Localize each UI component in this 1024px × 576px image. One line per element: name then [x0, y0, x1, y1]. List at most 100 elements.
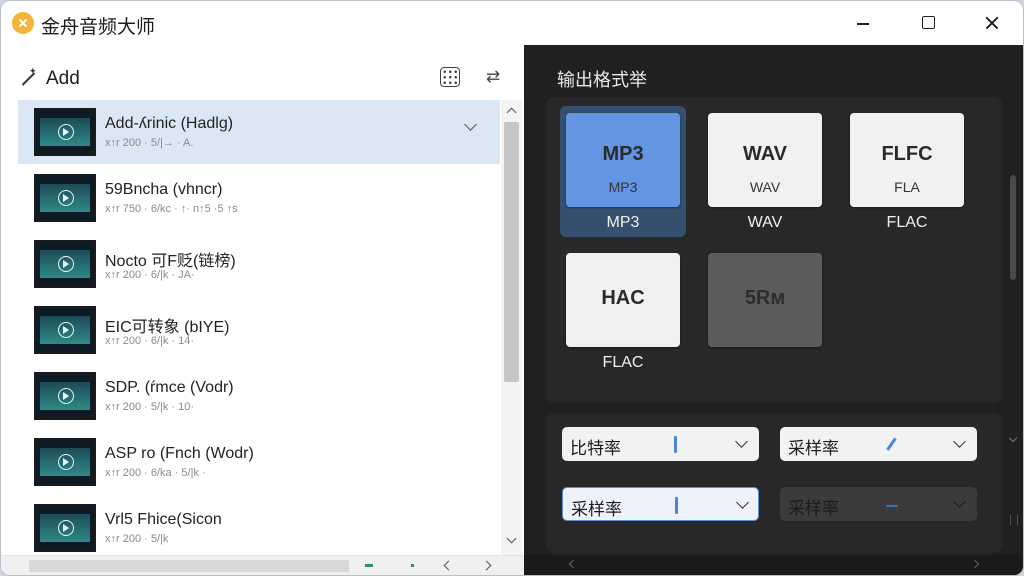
- file-thumbnail: [34, 438, 96, 486]
- chevron-down-icon: [735, 435, 748, 448]
- format-card: FLFC FLA: [850, 113, 964, 207]
- file-meta: x↑r 200 · 5/|k · 10·: [105, 401, 195, 413]
- status-marker: [411, 564, 414, 567]
- output-settings-pane: 输出格式举 MP3 MP3 MP3 WAV WAV WAV FLFC FLA F…: [524, 45, 1023, 575]
- samplerate-dropdown[interactable]: 采样率: [780, 427, 977, 461]
- format-title: MP3: [602, 143, 644, 165]
- chevron-down-icon: [736, 496, 749, 509]
- play-icon: [58, 322, 74, 338]
- chevron-down-icon[interactable]: [464, 118, 477, 131]
- horizontal-scrollbar-thumb[interactable]: [29, 560, 349, 572]
- title-bar: 金舟音频大师: [1, 1, 1023, 45]
- value-indicator: [675, 497, 678, 514]
- file-list-pane: Add ⇄ Add-ʎrinic (Hadlg) x↑r 200 · 5/|→ …: [1, 45, 524, 575]
- audio-settings-panel: 比特率 采样率 采样率 采样率: [546, 413, 1002, 553]
- play-icon: [58, 454, 74, 470]
- format-grid: MP3 MP3 MP3 WAV WAV WAV FLFC FLA FLAC HA…: [546, 97, 1018, 443]
- close-button[interactable]: [975, 9, 1009, 37]
- play-icon: [58, 190, 74, 206]
- file-meta: x↑r 200 · 6/|k · JA·: [105, 269, 195, 281]
- swap-order-icon[interactable]: ⇄: [482, 67, 504, 87]
- file-list-scrollbar[interactable]: [501, 100, 522, 555]
- samplerate-dropdown-disabled: 采样率: [780, 487, 977, 521]
- file-name: SDP. (ŕmce (Vodr): [105, 379, 234, 396]
- format-scrollbar[interactable]: [1008, 163, 1018, 283]
- format-caption: FLAC: [886, 214, 928, 231]
- chevron-down-icon: [953, 435, 966, 448]
- list-item[interactable]: ASP ro (Fnch (Wodr) x↑r 200 · 6/ka · 5/|…: [18, 430, 500, 494]
- scroll-down-icon[interactable]: [506, 533, 517, 544]
- resize-handle-icon[interactable]: [1010, 515, 1018, 525]
- play-icon: [58, 388, 74, 404]
- list-item[interactable]: Add-ʎrinic (Hadlg) x↑r 200 · 5/|→ · A.: [18, 100, 500, 164]
- grid-view-icon[interactable]: [440, 67, 460, 87]
- list-item[interactable]: SDP. (ŕmce (Vodr) x↑r 200 · 5/|k · 10·: [18, 364, 500, 428]
- format-title: HAC: [601, 287, 645, 309]
- format-scrollbar-thumb[interactable]: [1010, 175, 1016, 280]
- file-name: Vrl5 Fhice(Sicon: [105, 511, 222, 528]
- format-subtitle: WAV: [749, 179, 781, 195]
- file-meta: x↑r 200 · 5/|→ · A.: [105, 137, 194, 149]
- maximize-button[interactable]: [911, 9, 945, 37]
- value-indicator: [886, 437, 897, 451]
- list-item[interactable]: Vrl5 Fhice(Sicon x↑r 200 · 5/|k: [18, 496, 500, 555]
- scroll-right-icon[interactable]: [970, 559, 980, 569]
- samplerate-dropdown-focused[interactable]: 采样率: [562, 487, 759, 521]
- format-title: 5Rм: [744, 287, 786, 309]
- minimize-button[interactable]: [845, 9, 879, 37]
- add-label: Add: [46, 68, 80, 89]
- file-thumbnail: [34, 108, 96, 156]
- horizontal-scrollbar[interactable]: [1, 555, 524, 575]
- format-card: HAC: [566, 253, 680, 347]
- app-logo-icon: [12, 12, 34, 34]
- window-title: 金舟音频大师: [41, 17, 156, 38]
- play-icon: [58, 124, 74, 140]
- format-card: MP3 MP3: [566, 113, 680, 207]
- bitrate-dropdown[interactable]: 比特率: [562, 427, 759, 461]
- scroll-left-icon[interactable]: [568, 559, 578, 569]
- list-item[interactable]: 59Bncha (vhncr) x↑r 750 · 6/kc · ↑· n↑5 …: [18, 166, 500, 230]
- format-card: 5Rм: [708, 253, 822, 347]
- play-icon: [58, 256, 74, 272]
- file-meta: x↑r 200 · 6/ka · 5/|k ·: [105, 467, 206, 479]
- dropdown-label: 采样率: [788, 499, 839, 518]
- format-title: FLFC: [881, 143, 933, 165]
- scroll-right-icon[interactable]: [481, 560, 492, 571]
- dropdown-label: 采样率: [788, 439, 839, 458]
- file-name: Add-ʎrinic (Hadlg): [105, 115, 234, 132]
- file-name: ASP ro (Fnch (Wodr): [105, 445, 254, 462]
- scroll-up-icon[interactable]: [506, 107, 517, 118]
- value-indicator: [886, 505, 898, 507]
- format-subtitle: MP3: [608, 179, 638, 195]
- chevron-down-icon[interactable]: [1008, 433, 1018, 443]
- format-caption: WAV: [747, 214, 783, 231]
- dropdown-label: 比特率: [570, 439, 621, 458]
- scrollbar-thumb[interactable]: [504, 122, 519, 382]
- magic-wand-icon: [19, 66, 37, 88]
- scroll-left-icon[interactable]: [443, 560, 454, 571]
- list-item[interactable]: Nocto 可F贬(链榜) x↑r 200 · 6/|k · JA·: [18, 232, 500, 296]
- format-card: WAV WAV: [708, 113, 822, 207]
- list-item[interactable]: EIC可转象 (bIYE) x↑r 200 · 6/|k · 14·: [18, 298, 500, 362]
- file-name: Nocto 可F贬(链榜): [105, 253, 236, 270]
- app-window: 金舟音频大师 Add ⇄ Add-ʎrinic (Hadlg) x↑r 200 …: [0, 0, 1024, 576]
- file-meta: x↑r 750 · 6/kc · ↑· n↑5 ·5 ↑s: [105, 203, 238, 215]
- file-thumbnail: [34, 174, 96, 222]
- format-title: WAV: [742, 143, 788, 165]
- file-list: Add-ʎrinic (Hadlg) x↑r 200 · 5/|→ · A. 5…: [18, 100, 500, 555]
- file-meta: x↑r 200 · 6/|k · 14·: [105, 335, 195, 347]
- add-files-button[interactable]: Add: [19, 66, 80, 91]
- chevron-down-icon: [953, 495, 966, 508]
- status-marker: [365, 564, 373, 567]
- file-thumbnail: [34, 306, 96, 354]
- file-meta: x↑r 200 · 5/|k: [105, 533, 169, 545]
- file-name: EIC可转象 (bIYE): [105, 319, 230, 336]
- value-indicator: [674, 436, 677, 453]
- right-horizontal-scrollbar[interactable]: [524, 555, 1023, 575]
- file-thumbnail: [34, 372, 96, 420]
- output-format-title: 输出格式举: [557, 70, 647, 90]
- file-thumbnail: [34, 504, 96, 552]
- format-subtitle: FLA: [894, 179, 920, 195]
- play-icon: [58, 520, 74, 536]
- file-name: 59Bncha (vhncr): [105, 181, 223, 198]
